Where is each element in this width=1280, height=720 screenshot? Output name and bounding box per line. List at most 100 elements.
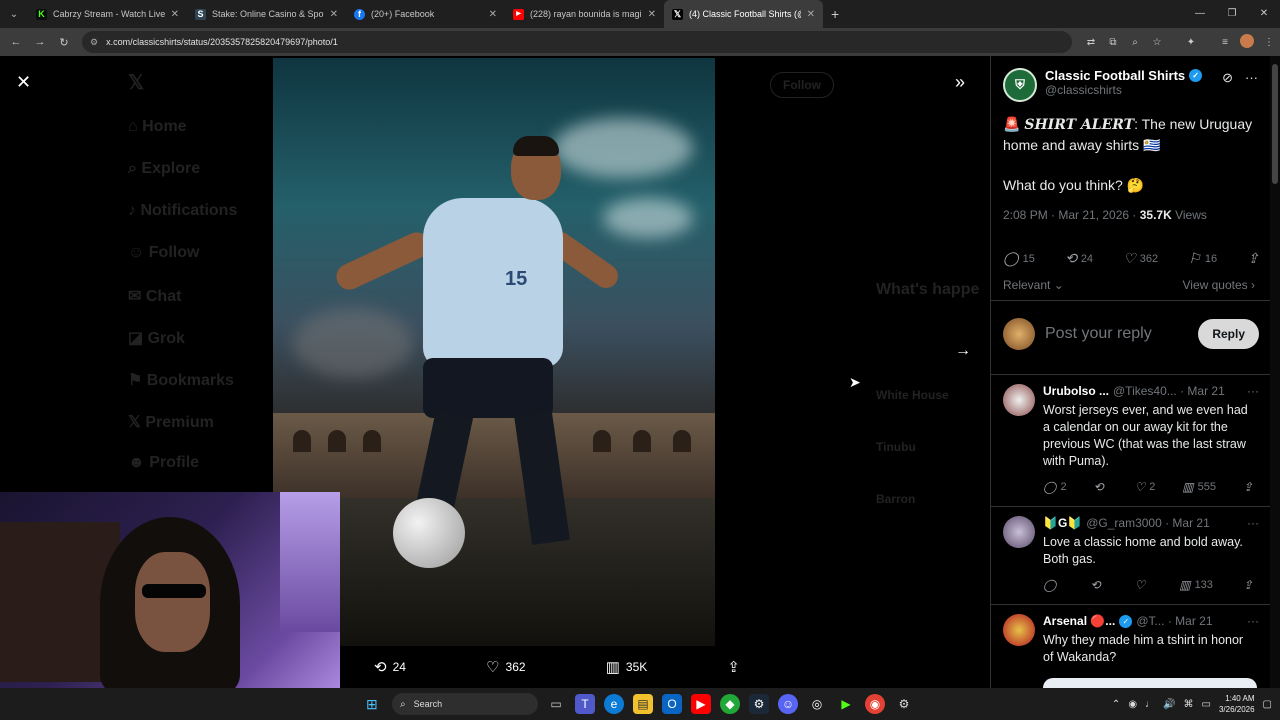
browser-menu-icon[interactable]: ⋮ xyxy=(1258,37,1280,48)
reply-item[interactable]: 🔰G🔰 @G_ram3000 · Mar 21 ··· Love a class… xyxy=(991,516,1270,606)
more-options-icon[interactable]: ··· xyxy=(1247,614,1259,628)
tray-overflow-icon[interactable]: ⌃ xyxy=(1112,699,1120,710)
close-viewer-icon[interactable]: ✕ xyxy=(16,72,31,93)
tab-search-icon[interactable]: ⌄ xyxy=(0,9,28,20)
author-avatar[interactable]: ⛨ xyxy=(1003,68,1037,102)
close-window-icon[interactable]: ✕ xyxy=(1248,0,1280,28)
author-name-row[interactable]: Classic Football Shirts ✓ xyxy=(1045,68,1203,83)
reply-submit-button[interactable]: Reply xyxy=(1198,319,1259,349)
next-photo-icon[interactable]: → xyxy=(955,342,971,360)
webcam-overlay xyxy=(0,492,340,688)
youtube-app-icon[interactable]: ▶ xyxy=(691,694,711,714)
outlook-icon[interactable]: O xyxy=(662,694,682,714)
grok-icon[interactable]: ⊘ xyxy=(1222,70,1233,86)
reply-button[interactable]: ◯ xyxy=(1043,578,1060,592)
microphone-icon[interactable]: ♩ xyxy=(1145,699,1155,710)
obs-icon[interactable]: ◎ xyxy=(807,694,827,714)
discord-icon[interactable]: ☺ xyxy=(778,694,798,714)
obs-tray-icon[interactable]: ◉ xyxy=(1128,699,1137,710)
zoom-icon[interactable]: ⌕ xyxy=(1124,37,1146,48)
back-icon[interactable]: ← xyxy=(4,36,28,48)
tab-kick[interactable]: K Cabrzy Stream - Watch Live on ✕ xyxy=(28,0,187,28)
file-explorer-icon[interactable]: ▤ xyxy=(633,694,653,714)
tab-close-icon[interactable]: ✕ xyxy=(807,9,815,20)
edge-icon[interactable]: e xyxy=(604,694,624,714)
sort-dropdown[interactable]: Relevant ⌄ xyxy=(1003,278,1064,292)
tab-youtube[interactable]: ▶ (228) rayan bounida is magic ✕ xyxy=(505,0,664,28)
url-field[interactable]: ⚙ x.com/classicshirts/status/20353578258… xyxy=(82,31,1072,53)
panel-scrollbar[interactable] xyxy=(1270,56,1280,688)
more-options-icon[interactable]: ··· xyxy=(1245,70,1258,86)
views-button[interactable]: ▥ 35K xyxy=(606,658,648,676)
windows-start-icon[interactable]: ⊞ xyxy=(366,696,378,713)
minimize-icon[interactable]: — xyxy=(1184,0,1216,28)
site-info-icon[interactable]: ⚙ xyxy=(90,37,98,48)
tab-close-icon[interactable]: ✕ xyxy=(171,9,179,20)
retweet-button[interactable]: ⟲ xyxy=(1093,480,1107,494)
app-settings-icon[interactable]: ⚙ xyxy=(894,694,914,714)
reply-author-name[interactable]: Arsenal 🔴... xyxy=(1043,614,1115,628)
reply-avatar[interactable] xyxy=(1003,384,1035,416)
reply-item[interactable]: Arsenal 🔴... ✓ @T... · Mar 21 ··· Why th… xyxy=(991,614,1270,688)
like-button[interactable]: ♡ 2 xyxy=(1134,480,1155,494)
translate-icon[interactable]: ⇄ xyxy=(1080,37,1102,48)
reply-avatar[interactable] xyxy=(1003,516,1035,548)
share-button[interactable]: ⇪ xyxy=(1243,578,1253,592)
reply-author-name[interactable]: Urubolso ... xyxy=(1043,384,1109,398)
scrollbar-thumb[interactable] xyxy=(1272,64,1278,184)
taskbar-search[interactable]: ⌕ Search xyxy=(392,693,538,715)
bookmark-button[interactable]: ⚐ 16 xyxy=(1188,250,1217,267)
reload-icon[interactable]: ↻ xyxy=(52,36,76,49)
steam-icon[interactable]: ⚙ xyxy=(749,694,769,714)
teams-icon[interactable]: T xyxy=(575,694,595,714)
views-button[interactable]: ▥ 555 xyxy=(1182,480,1216,494)
reply-media-preview[interactable] xyxy=(1043,678,1257,688)
battery-icon[interactable]: ▭ xyxy=(1202,699,1211,710)
tab-stake[interactable]: S Stake: Online Casino & Sports ✕ xyxy=(187,0,346,28)
share-button[interactable]: ⇪ xyxy=(727,658,740,676)
reply-button[interactable]: ◯ 2 xyxy=(1043,480,1067,494)
clock[interactable]: 1:40 AM 3/26/2026 xyxy=(1219,693,1255,715)
retweet-button[interactable]: ⟲ 24 xyxy=(374,658,406,676)
author-handle[interactable]: @classicshirts xyxy=(1045,83,1202,97)
more-options-icon[interactable]: ··· xyxy=(1247,516,1259,530)
reply-avatar[interactable] xyxy=(1003,614,1035,646)
new-tab-icon[interactable]: + xyxy=(831,6,839,22)
share-button[interactable]: ⇪ xyxy=(1243,480,1253,494)
green-app-icon[interactable]: ◆ xyxy=(720,694,740,714)
reply-author-name[interactable]: 🔰G🔰 xyxy=(1043,516,1082,530)
media-controls-icon[interactable]: ≡ xyxy=(1214,37,1236,48)
profile-avatar[interactable] xyxy=(1236,33,1258,51)
views-button[interactable]: ▥ 133 xyxy=(1179,578,1213,592)
reply-button[interactable]: ◯ 15 xyxy=(1003,250,1035,267)
more-options-icon[interactable]: ··· xyxy=(1247,384,1259,398)
extensions-icon[interactable]: ✦ xyxy=(1180,37,1202,48)
retweet-button[interactable]: ⟲ 24 xyxy=(1065,250,1093,267)
reply-item[interactable]: Urubolso ... @Tikes40... · Mar 21 ··· Wo… xyxy=(991,384,1270,506)
tab-x-active[interactable]: 𝕏 (4) Classic Football Shirts (@cla ✕ xyxy=(664,0,823,28)
notifications-icon[interactable]: ▢ xyxy=(1263,699,1272,710)
tab-facebook[interactable]: f (20+) Facebook ✕ xyxy=(346,0,505,28)
volume-icon[interactable]: 🔊 xyxy=(1163,699,1175,710)
like-button[interactable]: ♡ xyxy=(1134,578,1149,592)
install-app-icon[interactable]: ⧉ xyxy=(1102,37,1124,48)
view-quotes-link[interactable]: View quotes › xyxy=(1183,278,1256,292)
tab-close-icon[interactable]: ✕ xyxy=(648,9,656,20)
task-view-icon[interactable]: ▭ xyxy=(546,694,566,714)
reply-input[interactable]: Post your reply xyxy=(1045,325,1198,343)
tab-close-icon[interactable]: ✕ xyxy=(489,9,497,20)
x-logo-icon: 𝕏 xyxy=(672,8,683,20)
like-button[interactable]: ♡ 362 xyxy=(1123,250,1158,267)
restore-icon[interactable]: ❐ xyxy=(1216,0,1248,28)
retweet-button[interactable]: ⟲ xyxy=(1090,578,1104,592)
tweet-timestamp[interactable]: 2:08 PM · Mar 21, 2026 · xyxy=(1003,208,1140,222)
like-button[interactable]: ♡ 362 xyxy=(486,658,525,676)
network-icon[interactable]: ⌘ xyxy=(1184,699,1194,710)
share-button[interactable]: ⇪ xyxy=(1247,250,1259,267)
kick-app-icon[interactable]: ▶ xyxy=(836,694,856,714)
collapse-panel-icon[interactable]: » xyxy=(955,72,965,93)
tab-close-icon[interactable]: ✕ xyxy=(330,9,338,20)
bookmark-star-icon[interactable]: ☆ xyxy=(1146,37,1168,48)
chrome-icon[interactable]: ◉ xyxy=(865,694,885,714)
forward-icon[interactable]: → xyxy=(28,36,52,48)
